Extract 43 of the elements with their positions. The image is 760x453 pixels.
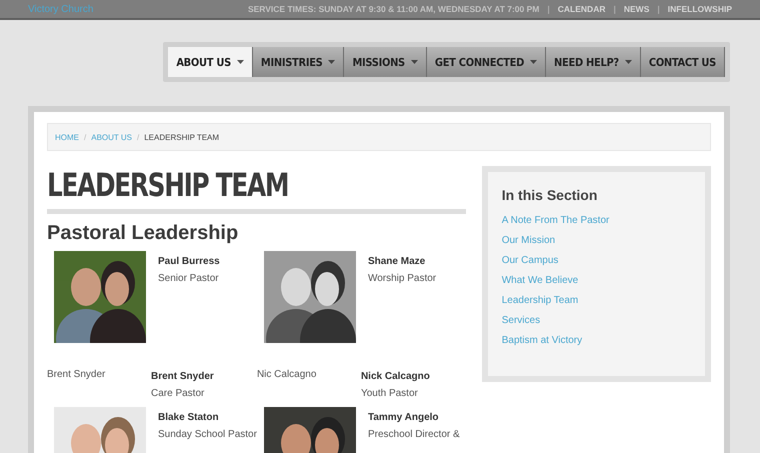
section-heading: Pastoral Leadership — [47, 222, 240, 245]
member-role: Senior Pastor — [158, 273, 220, 284]
sidebar-link[interactable]: Leadership Team — [502, 295, 691, 306]
nav-item[interactable]: MISSIONS — [344, 47, 427, 77]
link-separator: | — [657, 4, 660, 14]
page-title: LEADERSHIP TEAM — [47, 165, 288, 205]
top-link[interactable]: INFELLOWSHIP — [668, 4, 732, 14]
sidebar-title: In this Section — [502, 187, 598, 203]
sidebar-link[interactable]: A Note From The Pastor — [502, 215, 691, 226]
breadcrumb-separator: / — [136, 132, 140, 142]
nav-item[interactable]: MINISTRIES — [252, 47, 344, 77]
nav-item[interactable]: ABOUT US — [168, 47, 253, 77]
nav-item[interactable]: GET CONNECTED — [426, 47, 546, 77]
link-separator: | — [613, 4, 616, 14]
sidebar-link[interactable]: Services — [502, 315, 691, 326]
breadcrumb-current: LEADERSHIP TEAM — [144, 132, 220, 142]
nav-item[interactable]: NEED HELP? — [546, 47, 641, 77]
sidebar-link[interactable]: Our Campus — [502, 255, 691, 266]
link-separator: | — [547, 4, 550, 14]
image-alt-text: Nic Calcagno — [256, 368, 318, 382]
member-name: Paul Burress — [158, 256, 220, 267]
image-alt-text: Brent Snyder — [47, 368, 106, 382]
member-role: Sunday School Pastor — [158, 429, 257, 440]
breadcrumb-separator: / — [84, 132, 86, 142]
member-name: Nick Calcagno — [360, 371, 430, 382]
service-times: SERVICE TIMES: SUNDAY AT 9:30 & 11:00 AM, WEDNESDAY AT 7:00 PM — [248, 4, 540, 14]
member-role: Care Pastor — [151, 388, 206, 399]
nav-item[interactable]: CONTACT US — [640, 47, 725, 77]
member-role: Youth Pastor — [360, 388, 419, 399]
sidebar-link[interactable]: Baptism at Victory — [502, 335, 691, 346]
member-role: Preschool Director & — [368, 429, 460, 440]
top-link[interactable]: CALENDAR — [558, 4, 606, 14]
member-name: Brent Snyder — [151, 371, 214, 382]
member-name: Tammy Angelo — [368, 412, 440, 423]
member-role: Worship Pastor — [368, 273, 436, 284]
sidebar-link[interactable]: Our Mission — [502, 235, 691, 246]
sidebar-link[interactable]: What We Believe — [502, 275, 691, 286]
site-logo[interactable]: Victory Church — [28, 4, 94, 14]
breadcrumb-link[interactable]: HOME — [55, 132, 79, 142]
member-name: Shane Maze — [368, 256, 426, 267]
breadcrumb-link[interactable]: ABOUT US — [91, 132, 132, 142]
top-link[interactable]: NEWS — [624, 4, 650, 14]
member-name: Blake Staton — [158, 412, 220, 423]
